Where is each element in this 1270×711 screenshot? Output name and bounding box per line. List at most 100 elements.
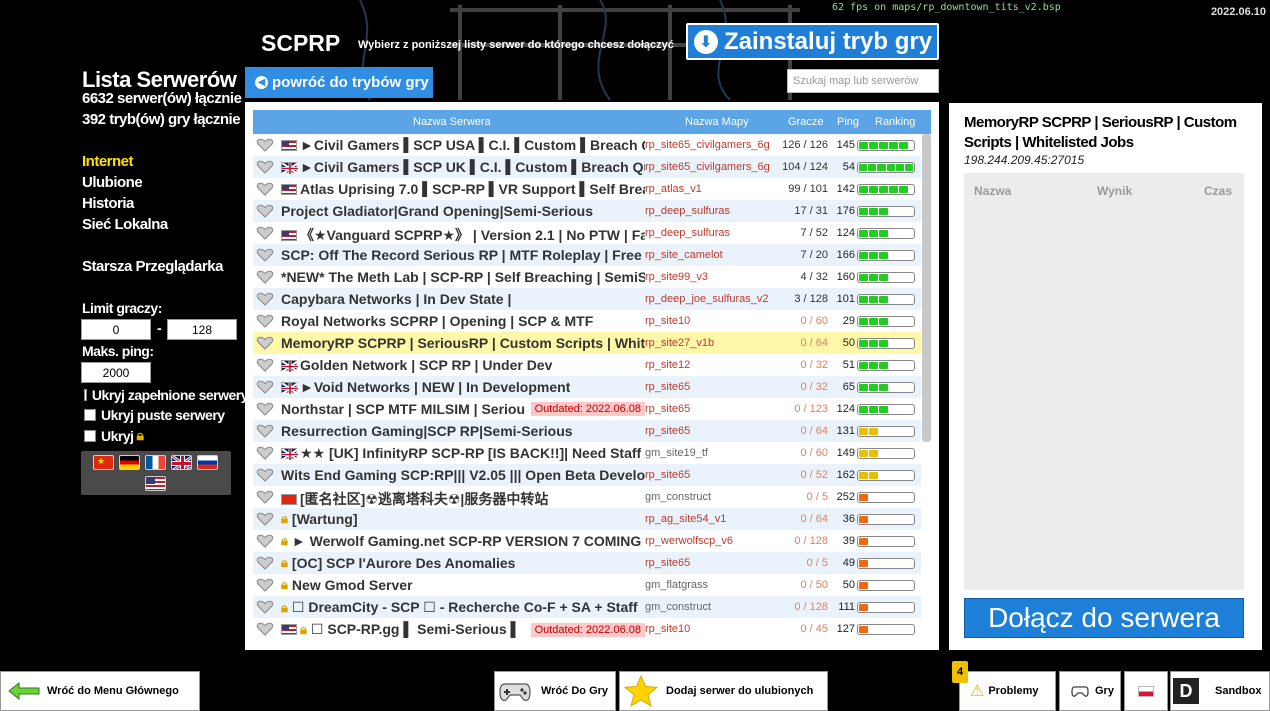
col-map-name[interactable]: Nazwa Mapy <box>685 116 749 128</box>
favorite-heart-icon[interactable] <box>256 446 274 460</box>
server-row[interactable]: 《★Vanguard SCPRP★》 | Version 2.1 | No PT… <box>253 222 921 244</box>
hide-empty-checkbox[interactable] <box>84 409 96 421</box>
favorite-heart-icon[interactable] <box>256 468 274 482</box>
games-button[interactable]: Gry <box>1059 671 1121 711</box>
favorite-heart-icon[interactable] <box>256 556 274 570</box>
favorite-heart-icon[interactable] <box>256 534 274 548</box>
favorite-heart-icon[interactable] <box>256 424 274 438</box>
flag-usa-icon <box>281 624 297 635</box>
server-row[interactable]: 🔒︎ [OC] SCP l'Aurore Des Anomalies rp_site… <box>253 552 921 574</box>
favorite-heart-icon[interactable] <box>256 512 274 526</box>
col-ping[interactable]: Ping <box>837 116 859 128</box>
join-server-button[interactable]: Dołącz do serwera <box>964 598 1244 638</box>
server-name: Atlas Uprising 7.0 ▌SCP-RP ▌VR Support ▌… <box>300 181 645 197</box>
server-row[interactable]: Capybara Networks | In Dev State | rp_dee… <box>253 288 921 310</box>
flag-china-icon[interactable]: ★ <box>93 455 114 470</box>
server-row[interactable]: 🔒︎ New Gmod Server gm_flatgrass 0 / 50 50 <box>253 574 921 596</box>
player-count: 0 / 123 <box>794 403 828 415</box>
player-max-input[interactable] <box>167 319 237 340</box>
favorite-heart-icon[interactable] <box>256 578 274 592</box>
favorite-heart-icon[interactable] <box>256 292 274 306</box>
favorite-heart-icon[interactable] <box>256 248 274 262</box>
sandbox-button[interactable]: D Sandbox <box>1170 671 1270 711</box>
server-row[interactable]: ★★ [UK] InfinityRP SCP-RP [IS BACK!!]| N… <box>253 442 921 464</box>
favorite-heart-icon[interactable] <box>256 358 274 372</box>
favorite-heart-icon[interactable] <box>256 622 274 636</box>
favorite-heart-icon[interactable] <box>256 182 274 196</box>
favorite-heart-icon[interactable] <box>256 138 274 152</box>
server-row[interactable]: 🔒︎ [Wartung] rp_ag_site54_v1 0 / 64 36 <box>253 508 921 530</box>
server-row[interactable]: Northstar | SCP MTF MILSIM | Serious Outd… <box>253 398 921 420</box>
favorite-heart-icon[interactable] <box>256 314 274 328</box>
gamemode-count: 392 tryb(ów) gry łącznie <box>82 111 241 128</box>
hide-locked-row[interactable]: Ukryj 🔒︎ <box>84 427 144 444</box>
server-row[interactable]: Resurrection Gaming|SCP RP|Semi-Serious r… <box>253 420 921 442</box>
main-menu-button[interactable]: Wróć do Menu Głównego <box>0 671 200 711</box>
nav-history[interactable]: Historia <box>82 195 134 212</box>
player-min-input[interactable] <box>81 319 151 340</box>
player-count: 0 / 52 <box>800 469 828 481</box>
outdated-badge: Outdated: 2022.06.08 <box>530 402 645 416</box>
server-row[interactable]: 🔒︎ ► Werwolf Gaming.net SCP-RP VERSION 7 … <box>253 530 921 552</box>
server-row[interactable]: SCP: Off The Record Serious RP | MTF Rol… <box>253 244 921 266</box>
col-server-name[interactable]: Nazwa Serwera <box>413 116 491 128</box>
favorite-heart-icon[interactable] <box>256 160 274 174</box>
back-to-game-button[interactable]: Wróć Do Gry <box>494 671 616 711</box>
server-row[interactable]: Project Gladiator|Grand Opening|Semi-Ser… <box>253 200 921 222</box>
nav-legacy-browser[interactable]: Starsza Przeglądarka <box>82 258 223 275</box>
ranking-bar <box>857 470 915 481</box>
add-favorite-button[interactable]: Dodaj serwer do ulubionych <box>619 671 828 711</box>
server-row[interactable]: MemoryRP SCPRP | SeriousRP | Custom Scri… <box>253 332 921 354</box>
server-row[interactable]: Golden Network | SCP RP | Under Dev rp_si… <box>253 354 921 376</box>
hide-full-row[interactable]: Ukryj zapełnione serwery <box>84 387 248 403</box>
server-row[interactable]: [匿名社区]☢逃离塔科夫☢|服务器中转站 gm_construct 0 / 5 252 <box>253 486 921 508</box>
nav-internet[interactable]: Internet <box>82 153 134 170</box>
back-to-gamemodes-button[interactable]: ◀ powróć do trybów gry <box>245 67 433 98</box>
install-gamemode-button[interactable]: ⬇ Zainstaluj tryb gry <box>686 23 939 60</box>
favorite-heart-icon[interactable] <box>256 380 274 394</box>
hide-empty-row[interactable]: Ukryj puste serwery <box>84 407 225 423</box>
flag-uk-icon[interactable] <box>171 455 192 470</box>
favorite-heart-icon[interactable] <box>256 226 274 240</box>
flag-russia-icon[interactable] <box>197 455 218 470</box>
player-count: 7 / 20 <box>800 249 828 261</box>
max-ping-input[interactable] <box>81 362 151 383</box>
favorite-heart-icon[interactable] <box>256 204 274 218</box>
flag-usa-icon[interactable] <box>145 476 166 491</box>
server-row[interactable]: ►Civil Gamers ▌SCP UK ▌C.I. ▌Custom ▌Bre… <box>253 156 921 178</box>
server-row[interactable]: 🔒︎☐ SCP-RP.gg ▌ Semi-Serious ▌ Site 10 Ou… <box>253 618 921 640</box>
problems-button[interactable]: ⚠ Problemy <box>959 671 1056 711</box>
flag-germany-icon[interactable] <box>119 455 140 470</box>
favorite-heart-icon[interactable] <box>256 600 274 614</box>
favorite-heart-icon[interactable] <box>256 270 274 284</box>
server-name-cell: Resurrection Gaming|SCP RP|Semi-Serious <box>281 423 645 439</box>
server-row[interactable]: *NEW* The Meth Lab | SCP-RP | Self Breac… <box>253 266 921 288</box>
hide-locked-checkbox[interactable] <box>84 429 96 442</box>
search-input[interactable] <box>787 69 939 93</box>
server-row[interactable]: 🔒︎ ☐ DreamCity - SCP ☐ - Recherche Co-F +… <box>253 596 921 618</box>
flag-usa-icon <box>281 183 297 195</box>
nav-favorites[interactable]: Ulubione <box>82 174 143 191</box>
flag-france-icon[interactable] <box>145 455 166 470</box>
language-button[interactable] <box>1124 671 1168 711</box>
server-name: ★★ [UK] InfinityRP SCP-RP [IS BACK!!]| N… <box>300 445 645 461</box>
hide-full-checkbox[interactable] <box>84 389 87 401</box>
flag-poland-icon <box>1138 685 1154 697</box>
map-name: rp_site10 <box>645 623 691 635</box>
favorite-heart-icon[interactable] <box>256 490 274 504</box>
flag-china-icon <box>281 493 297 505</box>
server-row[interactable]: Wits End Gaming SCP:RP||| V2.05 ||| Open… <box>253 464 921 486</box>
server-row[interactable]: Atlas Uprising 7.0 ▌SCP-RP ▌VR Support ▌… <box>253 178 921 200</box>
server-name: Golden Network | SCP RP | Under Dev <box>300 357 553 373</box>
server-name: SCP: Off The Record Serious RP | MTF Rol… <box>281 247 645 263</box>
server-list-scrollbar[interactable] <box>922 134 931 442</box>
server-row[interactable]: Royal Networks SCPRP | Opening | SCP & M… <box>253 310 921 332</box>
nav-local-network[interactable]: Sieć Lokalna <box>82 216 168 233</box>
server-row[interactable]: ►Void Networks | NEW | In Development rp_… <box>253 376 921 398</box>
col-players[interactable]: Gracze <box>788 116 823 128</box>
favorite-heart-icon[interactable] <box>256 336 274 350</box>
server-name-cell: Project Gladiator|Grand Opening|Semi-Ser… <box>281 203 645 219</box>
col-ranking[interactable]: Ranking <box>875 116 915 128</box>
server-row[interactable]: ►Civil Gamers ▌SCP USA ▌C.I. ▌Custom ▌Br… <box>253 134 921 156</box>
favorite-heart-icon[interactable] <box>256 402 274 416</box>
